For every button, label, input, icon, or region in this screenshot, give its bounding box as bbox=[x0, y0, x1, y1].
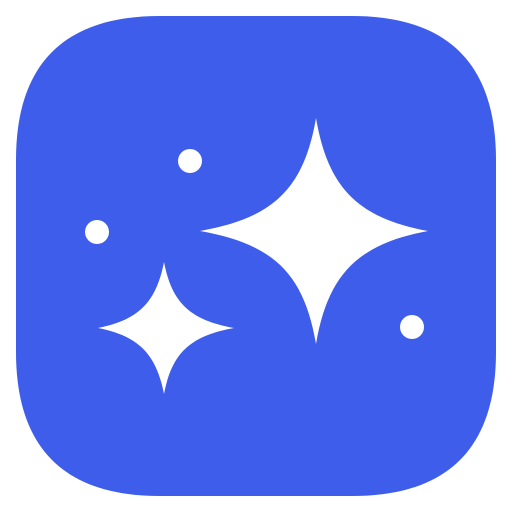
sparkles-app-icon[interactable] bbox=[0, 0, 512, 512]
dot-icon-left bbox=[85, 220, 109, 244]
dot-icon-top bbox=[178, 149, 202, 173]
icon-background bbox=[16, 16, 496, 496]
sparkles-icon bbox=[16, 16, 496, 496]
dot-icon-right bbox=[400, 315, 424, 339]
